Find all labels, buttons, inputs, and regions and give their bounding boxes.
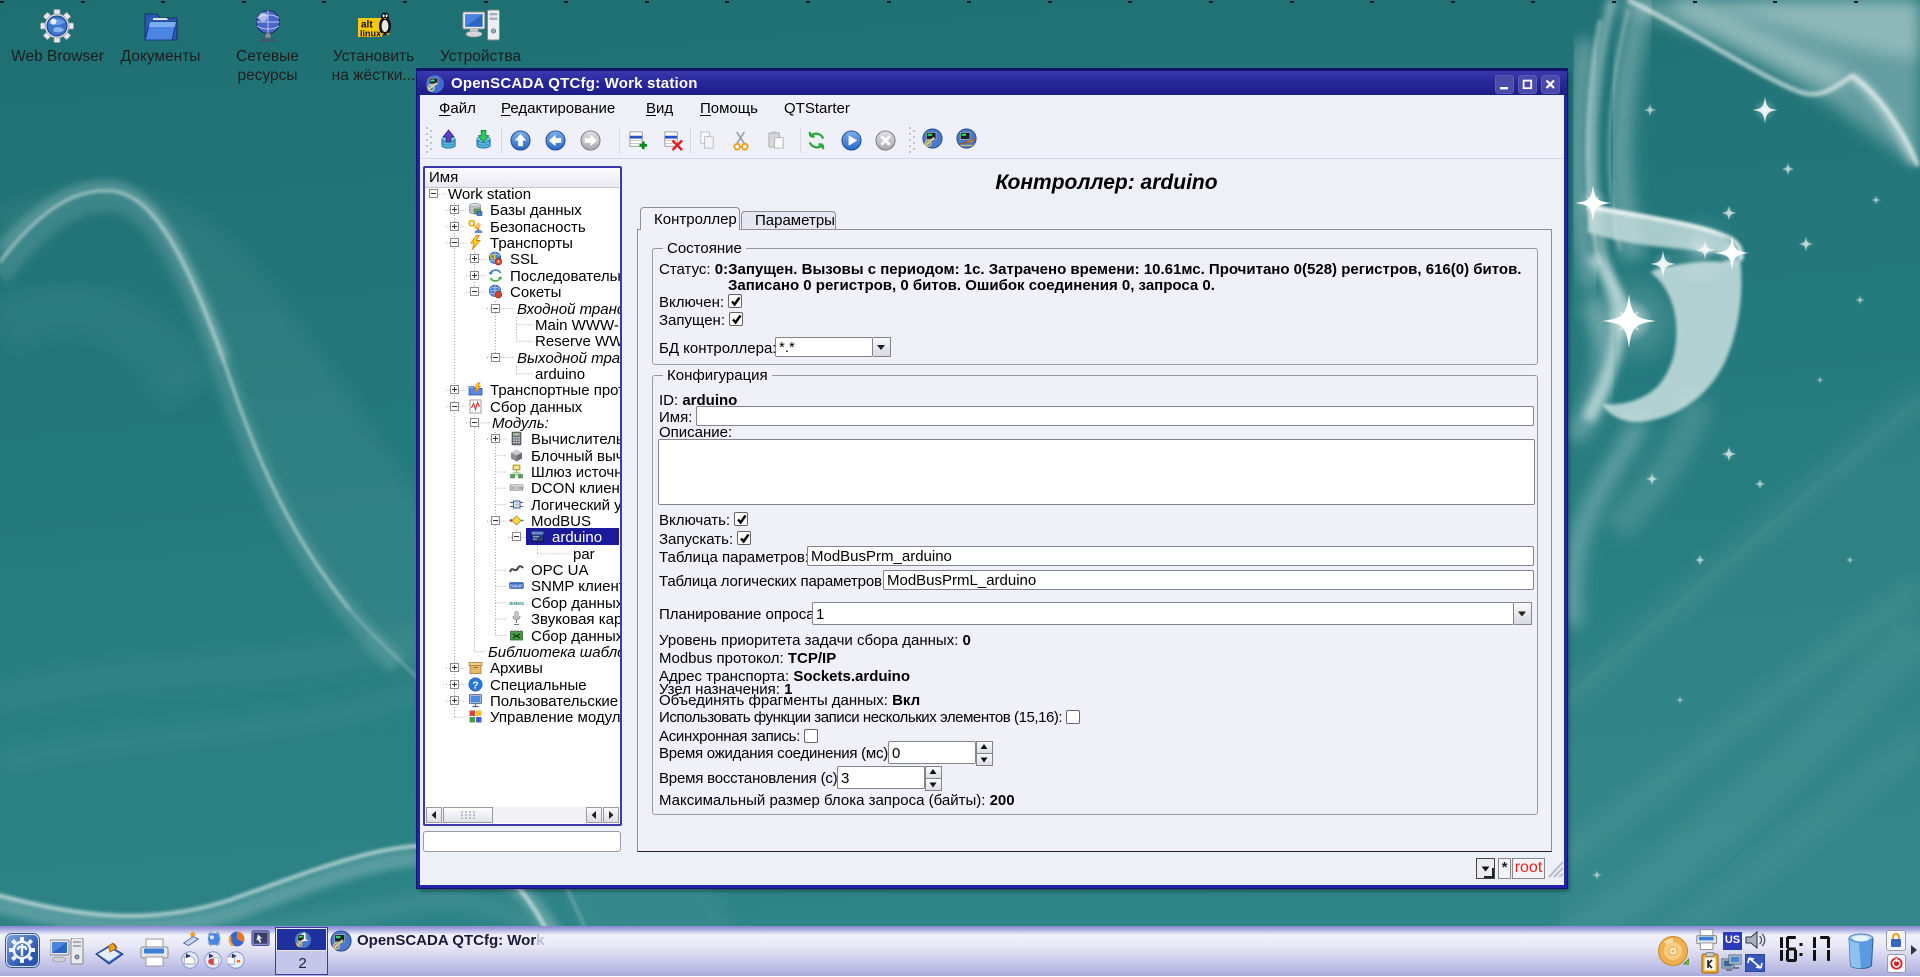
svg-text:linux: linux <box>360 29 381 39</box>
